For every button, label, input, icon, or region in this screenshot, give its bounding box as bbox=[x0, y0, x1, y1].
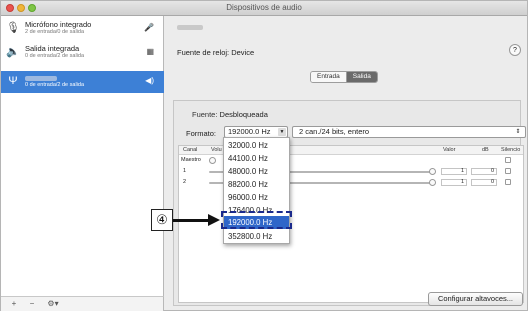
channel-format-select[interactable]: 2 can./24 bits, entero ⇕ bbox=[292, 126, 526, 138]
master-volume-slider[interactable] bbox=[209, 157, 216, 164]
source-row: Fuente: Desbloqueada bbox=[192, 110, 268, 119]
microphone-icon: 🎙 bbox=[6, 22, 20, 34]
add-device-button[interactable]: + bbox=[9, 299, 19, 309]
device-item-builtin-output[interactable]: 🔈 Salida integrada 0 de entrada/2 de sal… bbox=[1, 42, 164, 64]
db-field[interactable]: 0 bbox=[471, 179, 497, 186]
output-badge-icon: ▦ bbox=[146, 47, 154, 56]
chevron-updown-icon: ⇕ bbox=[515, 129, 521, 135]
window-title: Dispositivos de audio bbox=[226, 3, 302, 12]
channel-format-value: 2 can./24 bits, entero bbox=[299, 127, 370, 136]
device-io-count: 2 de entrada/0 de salida bbox=[25, 29, 85, 35]
tab-salida[interactable]: Salida bbox=[346, 72, 377, 82]
header-volumen: Volu bbox=[211, 147, 222, 153]
configure-speakers-button[interactable]: Configurar altavoces... bbox=[428, 292, 523, 306]
callout-number: ④ bbox=[151, 209, 173, 231]
arrow-right-icon bbox=[208, 214, 220, 226]
clock-source-label: Fuente de reloj: Device bbox=[177, 48, 255, 57]
header-canal: Canal bbox=[183, 147, 198, 153]
device-name bbox=[25, 73, 57, 82]
menu-item-sample-rate[interactable]: 32000.0 Hz bbox=[224, 139, 289, 152]
channel-name: 1 bbox=[183, 168, 187, 174]
value-field[interactable]: 1 bbox=[441, 168, 467, 175]
channel-name: 2 bbox=[183, 179, 187, 185]
speaker-icon: 🔈 bbox=[6, 46, 20, 58]
gear-menu-button[interactable]: ⚙▾ bbox=[43, 299, 63, 309]
volume-slider-knob[interactable] bbox=[429, 179, 436, 186]
device-io-count: 0 de entrada/2 de salida bbox=[25, 82, 85, 88]
menu-item-sample-rate[interactable]: 352800.0 Hz bbox=[224, 230, 289, 243]
device-name: Salida integrada bbox=[25, 44, 80, 53]
titlebar: Dispositivos de audio bbox=[1, 1, 527, 16]
header-valor: Valor bbox=[443, 147, 456, 153]
sample-rate-value: 192000.0 Hz bbox=[228, 127, 271, 136]
tab-entrada[interactable]: Entrada bbox=[311, 72, 347, 82]
value-field[interactable]: 1 bbox=[441, 179, 467, 186]
device-detail-panel: Fuente de reloj: Device ? Entrada Salida… bbox=[165, 16, 527, 311]
device-item-usb-selected[interactable]: Ψ 0 de entrada/2 de salida ◀) bbox=[1, 71, 164, 93]
mute-checkbox[interactable] bbox=[505, 168, 511, 174]
source-label: Fuente: bbox=[192, 110, 218, 119]
device-io-count: 0 de entrada/2 de salida bbox=[25, 53, 85, 59]
sample-rate-menu: 32000.0 Hz 44100.0 Hz 48000.0 Hz 88200.0… bbox=[223, 137, 290, 244]
volume-slider-knob[interactable] bbox=[429, 168, 436, 175]
io-segmented-control: Entrada Salida bbox=[310, 71, 378, 83]
redacted-name bbox=[25, 75, 57, 81]
usb-icon: Ψ bbox=[8, 75, 18, 87]
mic-badge-icon: 🎤 bbox=[144, 23, 154, 32]
db-field[interactable]: 0 bbox=[471, 168, 497, 175]
header-db: dB bbox=[482, 147, 489, 153]
chevron-down-icon: ▼ bbox=[278, 128, 286, 136]
help-button[interactable]: ? bbox=[509, 44, 521, 56]
channel-name: Maestro bbox=[181, 157, 201, 163]
device-list: 🎙 Micrófono integrado 2 de entrada/0 de … bbox=[1, 16, 164, 296]
mute-checkbox[interactable] bbox=[505, 179, 511, 185]
device-title bbox=[177, 24, 203, 31]
menu-item-sample-rate-highlighted[interactable]: 192000.0 Hz bbox=[224, 216, 289, 229]
callout-arrow-line bbox=[173, 219, 209, 222]
menu-item-sample-rate[interactable]: 48000.0 Hz bbox=[224, 165, 289, 178]
menu-item-sample-rate[interactable]: 88200.0 Hz bbox=[224, 178, 289, 191]
device-name: Micrófono integrado bbox=[25, 20, 92, 29]
format-label: Formato: bbox=[186, 129, 217, 138]
remove-device-button[interactable]: − bbox=[27, 299, 37, 309]
sidebar-footer: + − ⚙▾ bbox=[1, 296, 164, 311]
source-value: Desbloqueada bbox=[219, 110, 268, 119]
redacted-title bbox=[177, 24, 203, 30]
menu-item-sample-rate[interactable]: 44100.0 Hz bbox=[224, 152, 289, 165]
audio-devices-window: Dispositivos de audio 🎙 Micrófono integr… bbox=[0, 0, 528, 311]
speaker-badge-icon: ◀) bbox=[145, 76, 154, 85]
header-silencio: Silencio bbox=[501, 147, 521, 153]
menu-item-sample-rate[interactable]: 96000.0 Hz bbox=[224, 191, 289, 204]
mute-checkbox[interactable] bbox=[505, 157, 511, 163]
device-item-builtin-microphone[interactable]: 🎙 Micrófono integrado 2 de entrada/0 de … bbox=[1, 18, 164, 40]
